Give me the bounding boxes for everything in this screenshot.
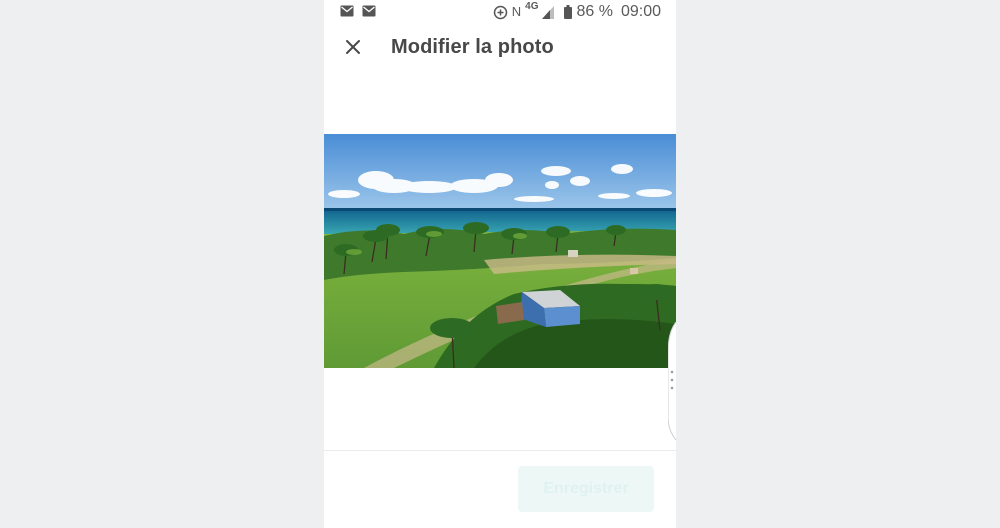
footer-divider	[324, 450, 676, 451]
clock-time: 09:00	[620, 3, 661, 20]
network-4g-icon: 4G	[525, 1, 539, 12]
close-button[interactable]	[338, 34, 368, 64]
notification-icons	[340, 4, 376, 22]
nfc-icon: N	[511, 4, 522, 19]
photo-image	[324, 134, 676, 368]
data-saver-icon	[493, 5, 508, 20]
system-icons: N 4G 86 % 09:00	[493, 2, 661, 22]
mail-icon	[362, 4, 376, 22]
close-icon	[345, 39, 361, 60]
mail-icon	[340, 4, 354, 22]
battery-percent: 86 %	[576, 3, 613, 20]
status-bar: N 4G 86 % 09:00	[324, 0, 676, 24]
battery-icon	[564, 5, 573, 19]
app-screen: N 4G 86 % 09:00 Modifier la photo Enregi…	[324, 0, 676, 528]
page-title: Modifier la photo	[391, 36, 554, 58]
signal-icon	[542, 5, 555, 19]
save-button[interactable]: Enregistrer	[518, 466, 654, 512]
drag-handle[interactable]	[667, 321, 676, 441]
photo-preview[interactable]	[324, 134, 676, 368]
toolbar: Modifier la photo	[324, 28, 676, 70]
